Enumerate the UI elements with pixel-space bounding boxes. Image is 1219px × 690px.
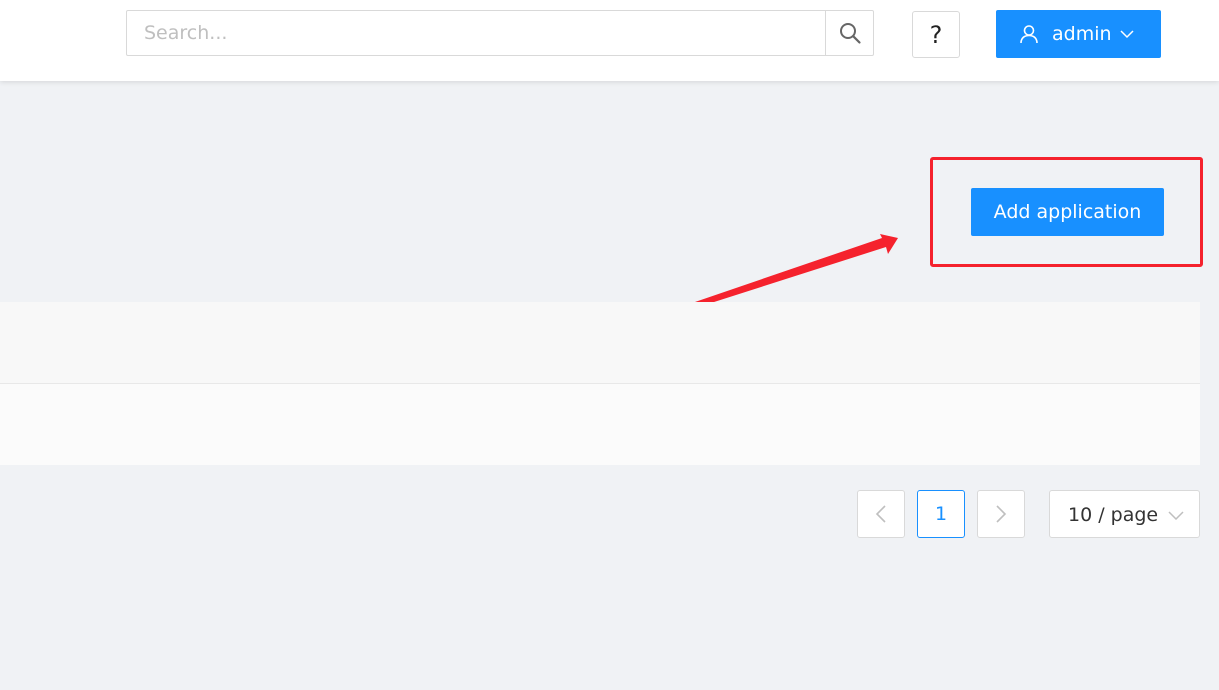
pagination-next-button[interactable]: [977, 490, 1025, 538]
pagination-prev-button[interactable]: [857, 490, 905, 538]
page-size-label: 10 / page: [1068, 504, 1159, 526]
chevron-right-icon: [996, 505, 1007, 523]
pagination-page-1[interactable]: 1: [917, 490, 965, 538]
chevron-left-icon: [875, 505, 886, 523]
table-body-row: [0, 384, 1200, 465]
chevron-down-icon: [1168, 511, 1184, 520]
table-header: [0, 302, 1200, 384]
page-size-select[interactable]: 10 / page: [1049, 490, 1200, 538]
